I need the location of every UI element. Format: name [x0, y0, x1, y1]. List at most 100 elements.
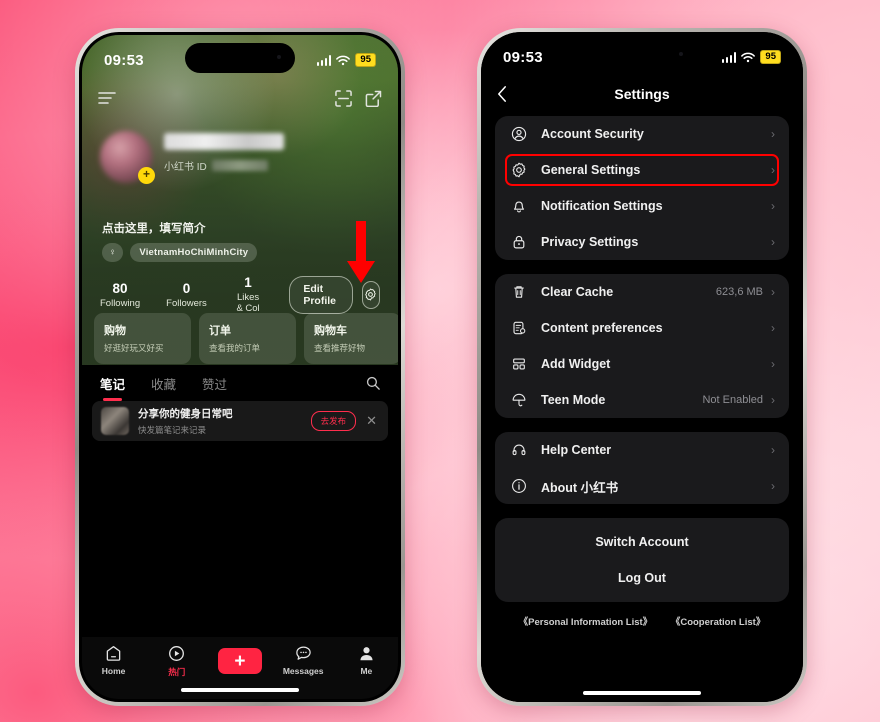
content-tabs: 笔记 收藏 赞过: [82, 365, 398, 401]
page-title: Settings: [614, 86, 670, 102]
home-indicator: [181, 688, 299, 692]
play-icon: [169, 646, 185, 661]
chevron-left-icon[interactable]: [497, 86, 507, 103]
service-title: 购物: [104, 325, 126, 337]
service-subtitle: 查看推荐好物: [314, 343, 366, 353]
dynamic-island: [185, 43, 295, 73]
cooperation-list-link[interactable]: 《Cooperation List》: [671, 617, 765, 628]
person-icon: [360, 647, 373, 661]
stat-followers[interactable]: 0 Followers: [166, 281, 207, 309]
chevron-right-icon: ›: [771, 285, 775, 299]
service-cards: 购物 好逛好玩又好买 订单 查看我的订单 购物车 查看推荐好物: [94, 313, 398, 364]
qr-scan-icon[interactable]: [335, 89, 352, 107]
lock-icon: [509, 234, 529, 250]
tabbar-label: Me: [360, 666, 373, 676]
settings-row-privacy-settings[interactable]: Privacy Settings ›: [495, 224, 789, 260]
promo-card[interactable]: 分享你的健身日常吧 快发篇笔记来记录 去发布 ✕: [92, 401, 388, 441]
service-subtitle: 查看我的订单: [209, 343, 261, 353]
following-label: Following: [100, 297, 141, 309]
tabbar-item-me[interactable]: Me: [337, 645, 395, 676]
battery-badge: 95: [760, 49, 781, 65]
chevron-right-icon: ›: [771, 479, 775, 493]
legal-links: 《Personal Information List》 《Cooperation…: [495, 614, 789, 628]
stat-following[interactable]: 80 Following: [100, 281, 140, 309]
teen-mode-value: Not Enabled: [702, 394, 763, 406]
tabbar-item-messages[interactable]: Messages: [274, 645, 332, 676]
settings-row-teen-mode[interactable]: Teen Mode Not Enabled ›: [495, 382, 789, 418]
row-label: Add Widget: [541, 357, 611, 371]
wifi-icon: [336, 55, 351, 65]
settings-row-account-security[interactable]: Account Security ›: [495, 116, 789, 152]
row-label: Notification Settings: [541, 199, 663, 213]
right-phone-mockup: 09:53 95 Settings Account Security › Gen…: [477, 28, 807, 706]
promo-title: 分享你的健身日常吧: [138, 408, 233, 420]
battery-badge: 95: [355, 52, 376, 68]
settings-group-account: Account Security › General Settings › No…: [495, 116, 789, 260]
row-label: Help Center: [541, 443, 612, 457]
followers-label: Followers: [166, 297, 207, 309]
tab-notes[interactable]: 笔记: [100, 374, 125, 401]
service-title: 订单: [209, 325, 231, 337]
settings-row-notification-settings[interactable]: Notification Settings ›: [495, 188, 789, 224]
avatar-add-badge[interactable]: +: [138, 167, 155, 184]
settings-group-support: Help Center › About 小红书 ›: [495, 432, 789, 504]
trash-icon: [509, 284, 529, 300]
row-label: Account Security: [541, 127, 644, 141]
settings-screen: 09:53 95 Settings Account Security › Gen…: [481, 32, 803, 702]
promo-thumbnail: [101, 407, 129, 435]
followers-count: 0: [182, 280, 191, 296]
service-card-orders[interactable]: 订单 查看我的订单: [199, 313, 296, 364]
tabbar-item-trending[interactable]: 热门: [148, 645, 206, 678]
gear-icon: [509, 162, 529, 178]
service-card-shopping[interactable]: 购物 好逛好玩又好买: [94, 313, 191, 364]
hamburger-menu-icon[interactable]: [98, 91, 116, 105]
location-tag[interactable]: VietnamHoChiMinhCity: [130, 243, 258, 262]
profile-identity: + 小红书 ID: [100, 131, 380, 184]
promo-publish-button[interactable]: 去发布: [310, 411, 357, 431]
settings-row-help-center[interactable]: Help Center ›: [495, 432, 789, 468]
user-id-label: 小红书 ID: [164, 162, 207, 173]
dynamic-island: [587, 40, 697, 70]
close-icon[interactable]: ✕: [366, 413, 377, 429]
log-out-button[interactable]: Log Out: [495, 560, 789, 596]
settings-row-general-settings[interactable]: General Settings ›: [495, 152, 789, 188]
gender-tag[interactable]: ♀: [102, 243, 124, 262]
share-icon[interactable]: [365, 90, 382, 107]
settings-list[interactable]: Account Security › General Settings › No…: [481, 116, 803, 702]
tab-collections[interactable]: 收藏: [151, 374, 176, 393]
personal-information-list-link[interactable]: 《Personal Information List》: [519, 617, 653, 628]
settings-group-content: Clear Cache 623,6 MB › Content preferenc…: [495, 274, 789, 418]
switch-account-button[interactable]: Switch Account: [495, 524, 789, 560]
cellular-bars-icon: [316, 54, 332, 66]
settings-row-about[interactable]: About 小红书 ›: [495, 468, 789, 504]
document-icon: [509, 320, 529, 336]
person-circle-icon: [509, 126, 529, 142]
tabbar-item-create[interactable]: +: [211, 645, 269, 674]
likes-label: Likes & Col: [236, 292, 260, 314]
gear-icon: [365, 288, 376, 301]
bio-prompt[interactable]: 点击这里，填写简介: [102, 220, 206, 236]
row-label: Clear Cache: [541, 285, 614, 299]
status-time: 09:53: [503, 48, 543, 66]
settings-row-clear-cache[interactable]: Clear Cache 623,6 MB ›: [495, 274, 789, 310]
home-indicator: [583, 691, 701, 695]
plus-icon[interactable]: +: [217, 648, 262, 674]
stat-likes[interactable]: 1 Likes & Col: [233, 275, 264, 314]
search-icon[interactable]: [366, 376, 380, 390]
umbrella-icon: [509, 392, 529, 408]
following-count: 80: [112, 280, 128, 296]
settings-navbar: Settings: [481, 76, 803, 112]
chevron-right-icon: ›: [771, 163, 775, 177]
row-label: General Settings: [541, 163, 641, 177]
username-redacted: [164, 133, 284, 150]
tabbar-item-home[interactable]: Home: [85, 645, 143, 676]
row-label: Content preferences: [541, 321, 663, 335]
user-id-redacted: [211, 160, 268, 171]
service-title: 购物车: [314, 325, 347, 337]
settings-row-add-widget[interactable]: Add Widget ›: [495, 346, 789, 382]
tab-liked[interactable]: 赞过: [202, 374, 227, 393]
settings-row-content-preferences[interactable]: Content preferences ›: [495, 310, 789, 346]
service-card-cart[interactable]: 购物车 查看推荐好物: [304, 313, 398, 364]
cache-size-value: 623,6 MB: [715, 286, 763, 298]
tabbar-label: Home: [101, 666, 126, 676]
